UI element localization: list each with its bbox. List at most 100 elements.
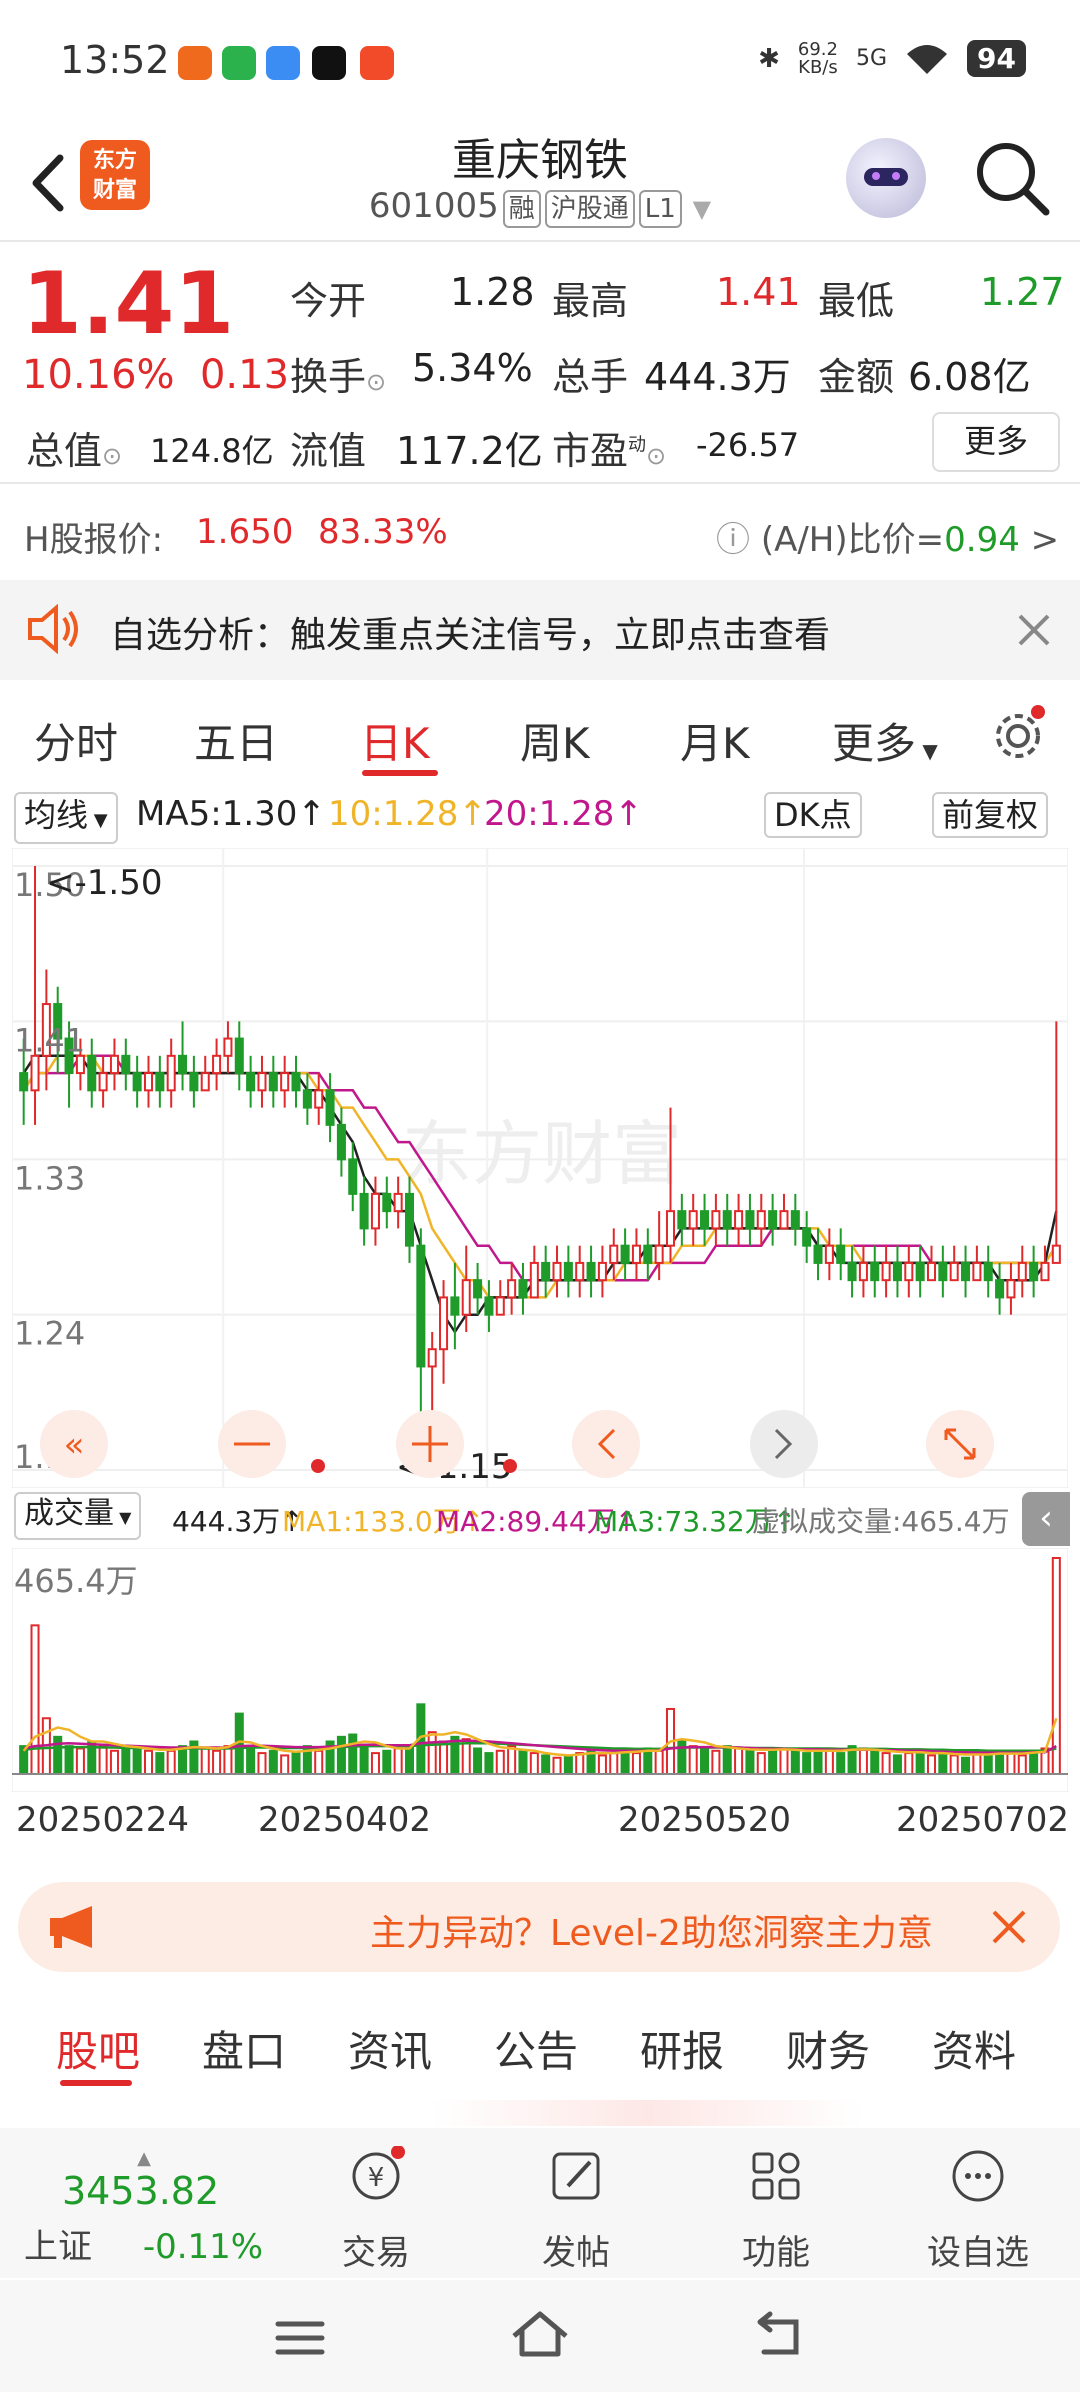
volume-bar xyxy=(336,1735,346,1776)
volume-bar xyxy=(427,1731,437,1775)
alert-text: 自选分析：触发重点关注信号，立即点击查看 xyxy=(110,615,831,656)
index-widget[interactable]: ▲ 3453.82 上证 -0.11% xyxy=(24,2148,264,2268)
collapse-panel-button[interactable]: ‹ xyxy=(1022,1492,1070,1546)
amount-value: 6.08亿 xyxy=(908,355,1031,399)
search-icon[interactable] xyxy=(972,138,1052,218)
indicator-selector[interactable]: 均线 ▼ xyxy=(14,792,118,844)
candle-body xyxy=(484,1296,494,1316)
gear-icon[interactable] xyxy=(990,704,1050,764)
marker-dot xyxy=(311,1459,325,1473)
volume-bar xyxy=(529,1752,539,1775)
candle-body xyxy=(677,1210,687,1230)
adjust-button[interactable]: 前复权 xyxy=(932,792,1049,838)
level2-promo-banner[interactable]: 主力异动？Level-2助您洞察主力意 xyxy=(18,1882,1060,1972)
candle-body xyxy=(768,1210,778,1230)
wifi-icon xyxy=(907,44,948,74)
candle-body xyxy=(620,1244,630,1264)
bluetooth-icon: ✱ xyxy=(758,43,780,74)
candle-body xyxy=(178,1054,188,1075)
tiktok-icon xyxy=(312,46,346,80)
candle-body xyxy=(700,1210,710,1230)
volume-chart[interactable]: 465.4万 xyxy=(12,1548,1068,1792)
candle-body xyxy=(665,1210,676,1247)
volume-bar xyxy=(949,1754,959,1776)
tab-news[interactable]: 资讯 xyxy=(348,2018,432,2079)
edit-icon xyxy=(552,2152,600,2200)
close-icon[interactable] xyxy=(1016,612,1052,648)
candlestick-chart[interactable]: 东方财富 1.501.411.331.241.15 <-1.50 <-1.15 … xyxy=(12,848,1068,1488)
h-share-row[interactable]: H股报价: 1.650 83.33% ⓘ (A/H)比价=0.94 > xyxy=(0,484,1080,580)
tab-financials[interactable]: 财务 xyxy=(786,2018,870,2079)
more-button[interactable]: 更多 xyxy=(932,412,1060,472)
volume-bar xyxy=(121,1745,131,1775)
candle-body xyxy=(995,1279,1005,1299)
home-icon[interactable] xyxy=(508,2306,572,2362)
step-right-button[interactable] xyxy=(750,1410,818,1478)
volume-bar xyxy=(257,1752,267,1775)
candle-body xyxy=(382,1192,392,1213)
candle-body xyxy=(348,1158,358,1195)
volume-bar xyxy=(881,1752,891,1775)
nav-add-watchlist[interactable]: 设自选 xyxy=(918,2146,1038,2274)
nav-post[interactable]: 发帖 xyxy=(516,2146,636,2274)
dk-point-button[interactable]: DK点 xyxy=(764,792,862,838)
volume-bar xyxy=(1051,1557,1061,1775)
virtual-volume: 虚拟成交量:465.4万 xyxy=(752,1505,1010,1538)
volume-bar xyxy=(700,1747,710,1776)
step-left-button[interactable] xyxy=(572,1410,640,1478)
alert-banner[interactable]: 自选分析：触发重点关注信号，立即点击查看 xyxy=(0,580,1080,680)
candle-body xyxy=(654,1244,664,1264)
volume-indicator-selector[interactable]: 成交量 ▼ xyxy=(14,1492,142,1540)
volume-bar xyxy=(268,1749,278,1776)
volume-bar xyxy=(246,1747,256,1776)
volume-bar xyxy=(473,1747,483,1776)
open-value: 1.28 xyxy=(450,270,535,314)
volume-bar xyxy=(756,1752,766,1775)
candle-body xyxy=(711,1210,721,1230)
volume-bar xyxy=(802,1752,812,1775)
volume-bar xyxy=(768,1749,778,1776)
volume-max-label: 465.4万 xyxy=(14,1562,138,1600)
x-label: 20250702 xyxy=(896,1800,1070,1840)
back-icon[interactable] xyxy=(752,2310,808,2360)
volume-bar xyxy=(870,1749,880,1776)
robot-assistant-icon[interactable] xyxy=(846,138,926,218)
volume-bar xyxy=(212,1749,222,1776)
tab-five-day[interactable]: 五日 xyxy=(194,710,278,771)
candle-body xyxy=(450,1296,460,1316)
tab-announcements[interactable]: 公告 xyxy=(494,2018,578,2079)
ma5-value: MA5:1.30↑ xyxy=(136,794,326,834)
volume-bar xyxy=(495,1749,505,1776)
close-icon[interactable] xyxy=(990,1908,1028,1946)
connect-tag: 沪股通 xyxy=(544,190,635,228)
tab-guba[interactable]: 股吧 xyxy=(56,2018,140,2079)
volume-bar xyxy=(484,1752,494,1775)
candle-body xyxy=(30,1054,40,1092)
tab-weekly-k[interactable]: 周K xyxy=(520,710,590,771)
candle-body xyxy=(1006,1279,1016,1299)
dropdown-triangle-icon[interactable]: ▼ xyxy=(693,195,711,223)
system-nav-bar xyxy=(0,2280,1080,2392)
candle-body xyxy=(234,1037,244,1075)
float-value: 117.2亿 xyxy=(396,429,543,473)
candle-body xyxy=(529,1261,539,1299)
tab-profile[interactable]: 资料 xyxy=(932,2018,1016,2079)
x-label: 20250520 xyxy=(618,1800,792,1840)
menu-icon[interactable] xyxy=(272,2316,328,2360)
volume-bar xyxy=(745,1749,755,1776)
grid-icon xyxy=(752,2152,800,2200)
tab-monthly-k[interactable]: 月K xyxy=(680,710,750,771)
tab-daily-k[interactable]: 日K xyxy=(360,710,430,771)
tab-pankou[interactable]: 盘口 xyxy=(202,2018,286,2079)
nav-functions[interactable]: 功能 xyxy=(716,2146,836,2274)
battery-indicator: 94 xyxy=(967,40,1026,77)
tab-research[interactable]: 研报 xyxy=(640,2018,724,2079)
tab-more[interactable]: 更多 ▼ xyxy=(832,710,938,771)
nav-trade[interactable]: ¥ 交易 xyxy=(316,2145,436,2274)
active-tab-indicator xyxy=(60,2080,132,2086)
candle-body xyxy=(904,1261,914,1282)
h-share-label: H股报价: xyxy=(24,520,164,560)
candle-body xyxy=(132,1072,142,1092)
volume-bar xyxy=(291,1752,301,1775)
tab-intraday[interactable]: 分时 xyxy=(34,710,118,771)
